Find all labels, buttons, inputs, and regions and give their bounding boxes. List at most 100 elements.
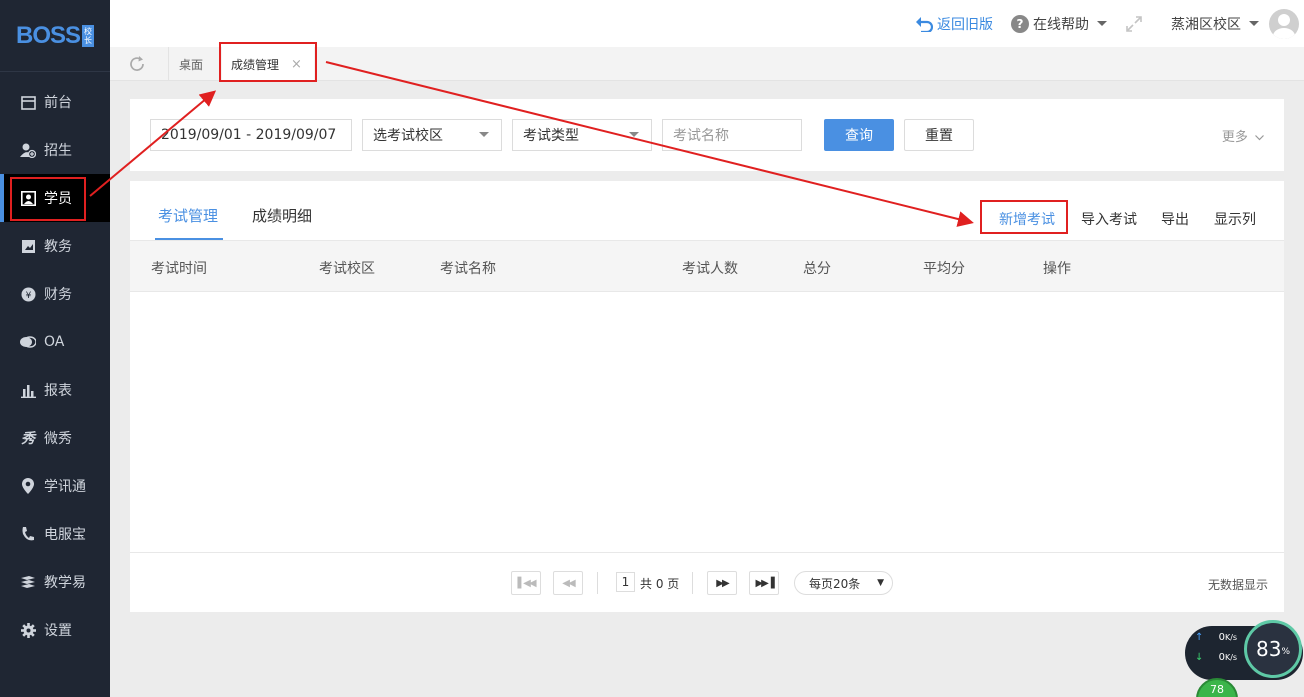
chevron-down-icon: ▼ — [877, 578, 884, 588]
last-page-icon: ▶▶▐ — [755, 577, 774, 589]
sidebar-item-finance[interactable]: ¥ 财务 — [0, 270, 110, 318]
chevron-down-icon — [629, 132, 639, 137]
help-label: 在线帮助 — [1033, 16, 1089, 33]
help-icon: ? — [1011, 14, 1029, 33]
upload-unit: K/s — [1224, 633, 1238, 642]
sidebar-item-label: 招生 — [44, 143, 72, 159]
sidebar: BOSS 校长 前台 招生 学员 教务 ¥ 财务 OA 报表 秀 微秀 学讯通 … — [0, 0, 110, 697]
tab-desktop-label: 桌面 — [179, 57, 204, 72]
yen-icon: ¥ — [20, 286, 36, 302]
sidebar-item-settings[interactable]: 设置 — [0, 606, 110, 654]
sidebar-item-label: 电服宝 — [44, 527, 86, 543]
avatar[interactable] — [1269, 8, 1299, 39]
chevron-down-icon — [1249, 21, 1259, 26]
memory-gauge[interactable]: 83% — [1244, 620, 1302, 678]
exam-name-input[interactable]: 考试名称 — [662, 119, 802, 151]
sidebar-item-dianfubao[interactable]: 电服宝 — [0, 510, 110, 558]
download-unit: K/s — [1224, 653, 1238, 662]
table-header: 考试时间 考试校区 考试名称 考试人数 总分 平均分 操作 — [130, 241, 1284, 292]
column-header[interactable]: 操作 — [1043, 258, 1071, 278]
campus-label: 蒸湘区校区 — [1171, 16, 1241, 33]
logo-badge: 校长 — [82, 24, 94, 47]
sidebar-item-label: 学讯通 — [44, 479, 86, 495]
no-data-text: 无数据显示 — [1207, 578, 1268, 592]
divider — [692, 572, 693, 594]
show-columns-button[interactable]: 显示列 — [1214, 209, 1256, 229]
chevron-down-icon — [1255, 130, 1264, 145]
gauge-unit: % — [1281, 647, 1290, 657]
sidebar-item-label: OA — [44, 334, 65, 350]
sidebar-item-weixiu[interactable]: 秀 微秀 — [0, 414, 110, 462]
column-header[interactable]: 总分 — [803, 258, 831, 278]
reset-button[interactable]: 重置 — [904, 119, 974, 151]
last-page-button[interactable]: ▶▶▐ — [749, 571, 779, 595]
filter-panel: 2019/09/01 - 2019/09/07 选考试校区 考试类型 考试名称 … — [130, 99, 1284, 171]
sidebar-item-label: 教学易 — [44, 575, 86, 591]
export-button[interactable]: 导出 — [1161, 209, 1189, 229]
main-panel: 考试管理 成绩明细 新增考试 导入考试 导出 显示列 考试时间 考试校区 考试名… — [130, 181, 1284, 612]
sidebar-item-label: 微秀 — [44, 431, 72, 447]
column-header[interactable]: 考试时间 — [151, 258, 207, 278]
download-arrow-icon: ↓ — [1195, 652, 1204, 663]
sidebar-item-enroll[interactable]: 招生 — [0, 126, 110, 174]
date-range-picker[interactable]: 2019/09/01 - 2019/09/07 — [150, 119, 352, 151]
sidebar-item-label: 财务 — [44, 287, 72, 303]
chevron-down-icon — [1097, 21, 1107, 26]
campus-select-label: 选考试校区 — [373, 128, 443, 144]
sidebar-item-label: 教务 — [44, 239, 72, 255]
column-header[interactable]: 考试校区 — [319, 258, 375, 278]
book-icon — [20, 238, 36, 254]
sidebar-item-label: 前台 — [44, 95, 72, 111]
divider — [130, 552, 1284, 553]
import-exam-button[interactable]: 导入考试 — [1081, 209, 1137, 229]
column-header[interactable]: 考试名称 — [440, 258, 496, 278]
logo-text: BOSS — [15, 21, 81, 49]
refresh-icon[interactable] — [128, 55, 146, 73]
svg-text:¥: ¥ — [25, 291, 31, 301]
campus-select[interactable]: 选考试校区 — [362, 119, 502, 151]
calendar-icon — [20, 94, 36, 110]
back-old-version-link[interactable]: 返回旧版 — [915, 14, 993, 34]
sidebar-item-academic[interactable]: 教务 — [0, 222, 110, 270]
topbar: 返回旧版 ? 在线帮助 蒸湘区校区 — [110, 0, 1304, 47]
exam-type-label: 考试类型 — [523, 128, 579, 144]
query-button[interactable]: 查询 — [824, 119, 894, 151]
prev-page-button[interactable]: ◀◀ — [553, 571, 583, 595]
sidebar-item-label: 设置 — [44, 623, 72, 639]
logo[interactable]: BOSS 校长 — [0, 0, 110, 72]
page-number-input[interactable]: 1 — [616, 572, 635, 592]
first-page-button[interactable]: ▌◀◀ — [511, 571, 541, 595]
help-dropdown[interactable]: ? 在线帮助 — [1011, 14, 1107, 34]
tab-desktop[interactable]: 桌面 — [168, 47, 220, 81]
more-filters-toggle[interactable]: 更多 — [1222, 126, 1264, 145]
back-old-version-label: 返回旧版 — [937, 16, 993, 33]
sidebar-item-xuexuntong[interactable]: 学讯通 — [0, 462, 110, 510]
upload-speed: ↑ 0K/s — [1195, 632, 1237, 643]
gear-icon — [20, 622, 36, 638]
fullscreen-button[interactable] — [1125, 15, 1143, 33]
exam-type-select[interactable]: 考试类型 — [512, 119, 652, 151]
score-ball[interactable]: 78 — [1196, 678, 1238, 697]
sidebar-item-oa[interactable]: OA — [0, 318, 110, 366]
sidebar-item-reports[interactable]: 报表 — [0, 366, 110, 414]
divider — [597, 572, 598, 594]
next-page-icon: ▶▶ — [716, 577, 729, 589]
sidebar-item-label: 报表 — [44, 383, 72, 399]
campus-dropdown[interactable]: 蒸湘区校区 — [1171, 14, 1259, 34]
column-header[interactable]: 平均分 — [923, 258, 965, 278]
upload-arrow-icon: ↑ — [1195, 632, 1204, 643]
total-pages: 共 0 页 — [640, 577, 680, 591]
next-page-button[interactable]: ▶▶ — [707, 571, 737, 595]
topbar-right: 返回旧版 ? 在线帮助 蒸湘区校区 — [915, 0, 1304, 47]
sidebar-item-jiaoxueyi[interactable]: 教学易 — [0, 558, 110, 606]
add-user-icon — [20, 142, 36, 158]
undo-icon — [915, 16, 933, 32]
page-size-select[interactable]: 每页20条 ▼ — [794, 571, 893, 595]
bar-chart-icon — [20, 382, 36, 398]
highlight-box — [219, 42, 317, 82]
sidebar-item-frontdesk[interactable]: 前台 — [0, 78, 110, 126]
tab-exam-management[interactable]: 考试管理 — [158, 205, 218, 226]
chevron-down-icon — [479, 132, 489, 137]
tab-score-details[interactable]: 成绩明细 — [252, 205, 312, 226]
column-header[interactable]: 考试人数 — [682, 258, 738, 278]
